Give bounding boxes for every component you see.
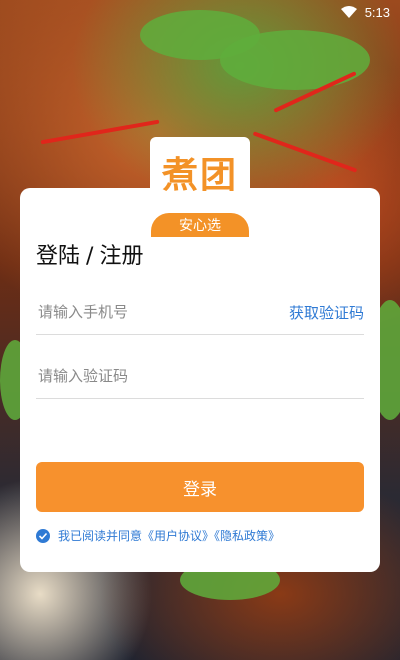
phone-field: 获取验证码 <box>36 290 364 335</box>
agreement-text[interactable]: 我已阅读并同意《用户协议》《隐私政策》 <box>58 527 280 544</box>
agreement-checkbox[interactable] <box>36 528 50 543</box>
get-code-button[interactable]: 获取验证码 <box>289 302 364 323</box>
status-time: 5:13 <box>364 4 390 20</box>
code-field <box>36 354 364 399</box>
status-bar: 5:13 <box>0 0 400 24</box>
wifi-icon <box>340 6 357 18</box>
check-icon <box>38 532 48 540</box>
login-button[interactable]: 登录 <box>36 462 364 512</box>
title-separator: / <box>86 244 94 269</box>
page-title: 登陆 / 注册 <box>36 238 143 270</box>
phone-input[interactable] <box>36 302 260 322</box>
title-login: 登陆 <box>36 244 81 269</box>
logo-text: 煮团 <box>161 155 238 196</box>
agreement-row: 我已阅读并同意《用户协议》《隐私政策》 <box>36 527 280 544</box>
code-input[interactable] <box>36 366 260 386</box>
title-register: 注册 <box>99 244 144 269</box>
brand-badge: 安心选 <box>151 213 249 237</box>
